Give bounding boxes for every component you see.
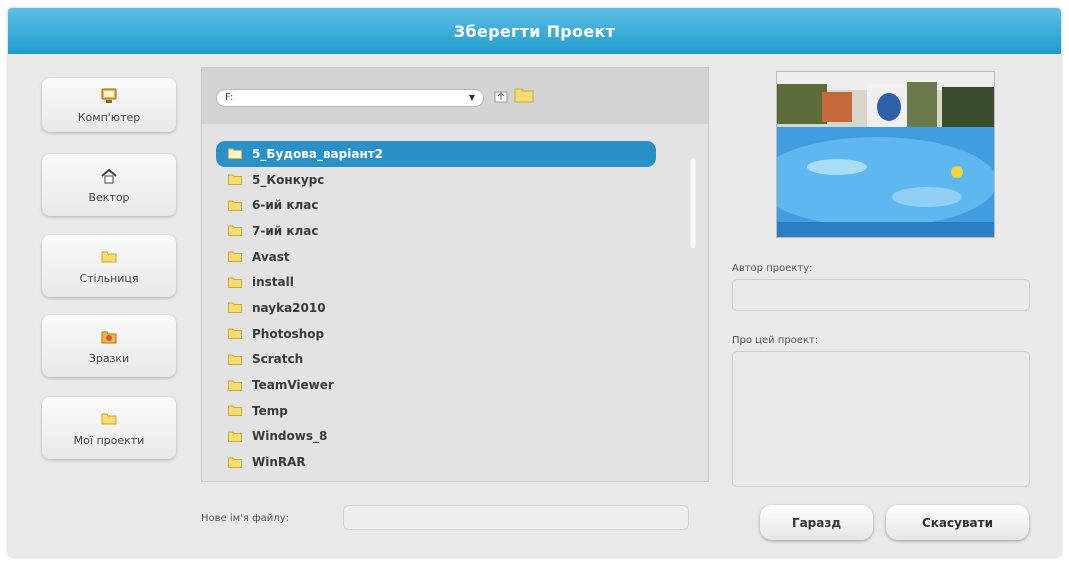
file-name: WinRAR (252, 455, 306, 470)
file-name: install (252, 275, 294, 290)
browser-toolbar: F: ▼ (202, 68, 708, 124)
sidebar-item-vector[interactable]: Вектор (42, 154, 176, 216)
samples-icon (101, 328, 117, 346)
author-field[interactable] (732, 279, 1030, 311)
list-item[interactable]: install (216, 269, 678, 295)
sidebar-item-label: Стільниця (79, 271, 139, 285)
filename-label: Нове ім'я файлу: (201, 513, 289, 524)
file-name: TeamViewer (252, 378, 334, 393)
sidebar-item-my-projects[interactable]: Мої проекти (42, 397, 176, 459)
author-label: Автор проекту: (732, 263, 813, 274)
about-field[interactable] (732, 351, 1030, 487)
folder-icon (228, 174, 242, 186)
list-item[interactable]: 5_Конкурс (216, 167, 678, 193)
dialog-title: Зберегти Проект (8, 8, 1061, 54)
new-folder-icon[interactable] (514, 86, 534, 107)
list-item[interactable]: Photoshop (216, 321, 678, 347)
up-folder-icon[interactable] (494, 88, 508, 107)
file-name: nayka2010 (252, 300, 326, 315)
file-name: 5_Конкурс (252, 172, 325, 187)
list-item[interactable]: WinRAR (216, 449, 678, 475)
file-name: Windows_8 (252, 429, 328, 444)
sidebar-item-samples[interactable]: Зразки (42, 315, 176, 377)
sidebar-item-label: Вектор (88, 190, 130, 204)
ok-button[interactable]: Гаразд (760, 505, 873, 540)
file-name: Avast (252, 249, 290, 264)
cancel-button[interactable]: Скасувати (886, 505, 1029, 540)
list-item[interactable]: Scratch (216, 347, 678, 373)
about-label: Про цей проект: (732, 335, 819, 346)
sidebar-item-label: Комп'ютер (77, 110, 141, 124)
file-browser: F: ▼ 5_Будова_варіант2 5_Конкурс 6-ий кл… (201, 67, 709, 482)
folder-icon (228, 380, 242, 391)
file-name: 6-ий клас (252, 198, 319, 213)
file-name: Scratch (252, 352, 304, 367)
sidebar-item-desktop[interactable]: Стільниця (42, 235, 176, 297)
list-item[interactable]: TeamViewer (216, 372, 678, 398)
folder-icon (228, 225, 242, 237)
folder-icon (228, 148, 242, 160)
sidebar-item-label: Мої проекти (73, 433, 145, 447)
list-item[interactable]: 7-ий клас (216, 218, 678, 244)
list-item[interactable]: Avast (216, 244, 678, 270)
folder-icon (228, 328, 242, 340)
scrollbar[interactable] (690, 157, 696, 249)
folder-icon (228, 251, 242, 263)
file-name: Photoshop (252, 326, 325, 341)
list-item[interactable]: Temp (216, 398, 678, 424)
list-item[interactable]: Windows_8 (216, 424, 678, 450)
file-name: 5_Будова_варіант2 (252, 146, 384, 161)
file-list: 5_Будова_варіант2 5_Конкурс 6-ий клас 7-… (216, 141, 678, 475)
folder-icon (228, 457, 242, 468)
project-thumbnail (776, 71, 995, 238)
file-name: Temp (252, 403, 288, 418)
folder-icon (228, 277, 242, 288)
sidebar-item-label: Зразки (88, 351, 130, 365)
filename-input[interactable] (343, 505, 689, 530)
file-name: 7-ий клас (252, 223, 319, 238)
drive-select-value: F: (225, 92, 234, 103)
drive-select[interactable]: F: ▼ (216, 89, 484, 107)
folder-icon (101, 248, 117, 266)
sidebar-item-computer[interactable]: Комп'ютер (42, 78, 176, 132)
folder-icon (228, 302, 242, 314)
computer-icon (100, 87, 118, 105)
list-item[interactable]: nayka2010 (216, 295, 678, 321)
folder-icon (228, 200, 242, 211)
folder-icon (101, 410, 117, 428)
save-project-dialog: Зберегти Проект Комп'ютер Вектор Стільни… (8, 8, 1061, 557)
list-item[interactable]: 6-ий клас (216, 192, 678, 218)
chevron-down-icon: ▼ (468, 93, 475, 102)
list-item[interactable]: 5_Будова_варіант2 (216, 141, 656, 167)
folder-icon (228, 431, 242, 442)
home-icon (100, 167, 118, 185)
folder-icon (228, 354, 242, 365)
folder-icon (228, 405, 242, 417)
